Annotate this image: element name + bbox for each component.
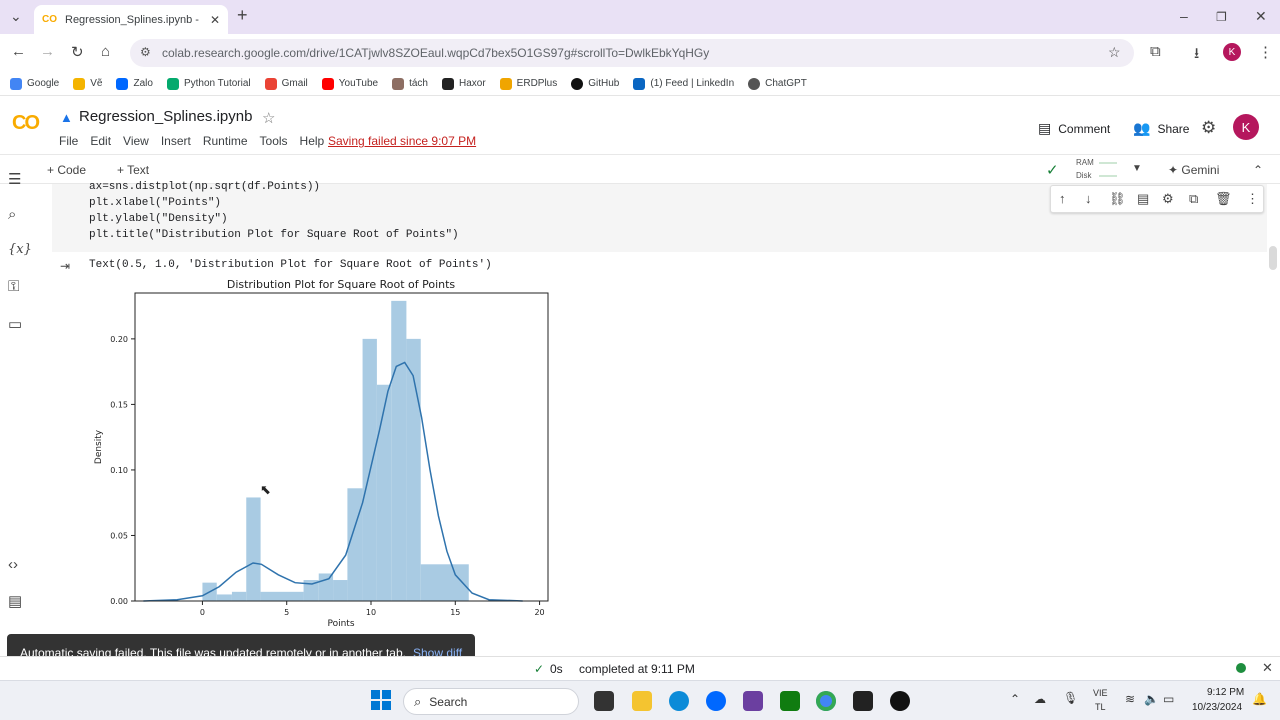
- y-tick-label: 0.15: [110, 400, 128, 409]
- histogram-bar: [391, 300, 407, 601]
- x-tick-label: 10: [366, 608, 376, 617]
- y-tick-label: 0.00: [110, 597, 128, 606]
- clock-date[interactable]: 10/23/2024: [1192, 702, 1242, 713]
- windows-start-icon[interactable]: [371, 690, 391, 710]
- microphone-icon[interactable]: 🎙: [1063, 691, 1078, 705]
- notification-bell-icon[interactable]: 🔔: [1252, 692, 1267, 706]
- completed-time: completed at 9:11 PM: [579, 662, 695, 676]
- histogram-bar: [216, 594, 232, 601]
- sticky-notes-icon[interactable]: [853, 691, 873, 711]
- histogram-bar: [318, 573, 334, 601]
- histogram-bar: [333, 580, 348, 601]
- taskbar-search-placeholder: Search: [429, 694, 468, 709]
- battery-icon[interactable]: ▭: [1163, 692, 1174, 706]
- teams-icon[interactable]: [743, 691, 763, 711]
- task-view-icon[interactable]: [594, 691, 614, 711]
- tray-overflow-icon[interactable]: ⌃: [1010, 692, 1020, 706]
- distribution-chart: Distribution Plot for Square Root of Poi…: [94, 278, 549, 629]
- volume-icon[interactable]: 🔈: [1144, 692, 1159, 706]
- close-status-icon[interactable]: ✕: [1262, 660, 1273, 676]
- histogram-bar: [231, 591, 247, 601]
- language-bottom[interactable]: TL: [1095, 702, 1106, 712]
- histogram-bar: [246, 497, 261, 601]
- x-tick-label: 15: [450, 608, 460, 617]
- clock-time[interactable]: 9:12 PM: [1207, 687, 1244, 698]
- x-tick-label: 5: [284, 608, 289, 617]
- chrome-icon[interactable]: [816, 691, 836, 711]
- y-tick-label: 0.05: [110, 531, 128, 540]
- exec-time: 0s: [550, 662, 563, 676]
- file-explorer-icon[interactable]: [632, 691, 652, 711]
- zalo-app-icon[interactable]: [706, 691, 726, 711]
- histogram-bar: [376, 384, 392, 601]
- histogram-bar: [260, 591, 304, 601]
- chart-title: Distribution Plot for Square Root of Poi…: [227, 278, 456, 291]
- y-tick-label: 0.10: [110, 466, 128, 475]
- edge-icon[interactable]: [669, 691, 689, 711]
- windows-taskbar: ⌕ Search ⌃ ☁ 🎙 VIE TL ≋ 🔈 ▭ 9:12 PM 10/2…: [0, 680, 1280, 720]
- obs-icon[interactable]: [890, 691, 910, 711]
- y-tick-label: 0.20: [110, 335, 128, 344]
- onedrive-icon[interactable]: ☁: [1034, 692, 1046, 706]
- y-axis-label: Density: [94, 429, 104, 464]
- x-tick-label: 0: [200, 608, 205, 617]
- status-bar: ✓ 0s completed at 9:11 PM ✕: [0, 656, 1280, 680]
- xbox-icon[interactable]: [780, 691, 800, 711]
- mouse-cursor-icon: ⬉: [260, 482, 271, 497]
- connection-status-dot: [1236, 663, 1246, 673]
- search-icon: ⌕: [414, 693, 422, 709]
- x-axis-label: Points: [327, 619, 354, 629]
- language-top[interactable]: VIE: [1093, 688, 1108, 698]
- wifi-icon[interactable]: ≋: [1125, 692, 1135, 706]
- status-check-icon: ✓: [534, 662, 545, 676]
- plot-frame: [134, 292, 549, 602]
- x-tick-label: 20: [534, 608, 544, 617]
- taskbar-search-box[interactable]: ⌕ Search: [403, 688, 579, 715]
